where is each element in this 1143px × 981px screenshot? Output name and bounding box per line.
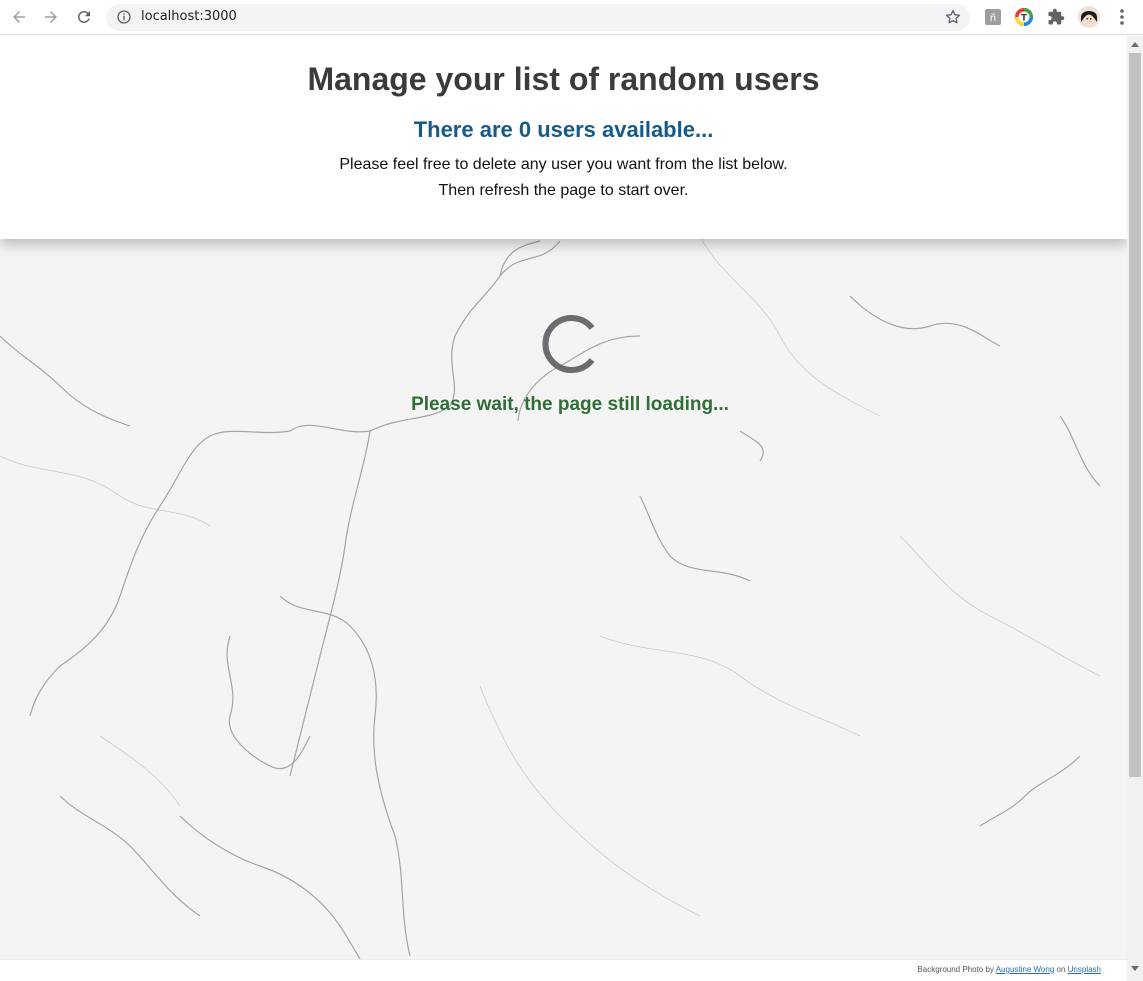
puzzle-icon xyxy=(1048,8,1065,25)
extension-icon: ñ xyxy=(985,9,1001,25)
header-card: Manage your list of random users There a… xyxy=(0,36,1127,239)
svg-text:T: T xyxy=(1021,14,1028,24)
back-arrow-icon xyxy=(13,11,25,23)
forward-arrow-icon xyxy=(45,11,57,23)
scroll-down-arrow-icon xyxy=(1131,966,1139,971)
profile-avatar[interactable] xyxy=(1078,6,1100,28)
credit-prefix: Background Photo by xyxy=(917,965,994,974)
reload-button[interactable] xyxy=(71,5,97,29)
address-bar[interactable]: localhost:3000 xyxy=(106,4,970,31)
avatar-icon xyxy=(1078,6,1100,28)
extensions-button[interactable] xyxy=(1046,7,1066,27)
svg-text:ñ: ñ xyxy=(990,13,996,24)
scroll-thumb[interactable] xyxy=(1129,53,1141,777)
kebab-menu-icon xyxy=(1120,9,1124,25)
instruction-line-1: Please feel free to delete any user you … xyxy=(339,156,788,173)
scroll-up-arrow-icon xyxy=(1131,42,1139,47)
photo-credit: Background Photo by Augustine Wong on Un… xyxy=(917,965,1101,974)
color-extension-icon: T xyxy=(1015,8,1033,26)
info-icon[interactable] xyxy=(116,9,132,25)
extension-button-1[interactable]: ñ xyxy=(983,7,1003,27)
user-count-heading: There are 0 users available... xyxy=(413,117,714,142)
credit-middle: on xyxy=(1056,965,1066,974)
star-icon[interactable] xyxy=(944,8,962,26)
loading-message: Please wait, the page still loading... xyxy=(411,394,729,415)
page-scrollbar[interactable] xyxy=(1127,36,1143,981)
browser-menu-button[interactable] xyxy=(1112,7,1132,27)
instruction-line-2: Then refresh the page to start over. xyxy=(438,182,689,199)
extension-button-2[interactable]: T xyxy=(1014,7,1034,27)
page-viewport: Manage your list of random users There a… xyxy=(0,36,1127,981)
browser-toolbar: localhost:3000 ñ T xyxy=(0,0,1143,35)
page-title: Manage your list of random users xyxy=(307,61,820,97)
url-text[interactable]: localhost:3000 xyxy=(141,9,237,24)
scroll-up-button[interactable] xyxy=(1127,36,1143,52)
page-footer: Background Photo by Augustine Wong on Un… xyxy=(0,959,1127,981)
unsplash-link[interactable]: Unsplash xyxy=(1068,965,1101,974)
forward-button[interactable] xyxy=(38,5,64,29)
loading-spinner-icon xyxy=(542,315,595,373)
back-button[interactable] xyxy=(6,5,32,29)
reload-icon xyxy=(77,10,90,23)
photographer-link[interactable]: Augustine Wong xyxy=(996,965,1055,974)
scroll-down-button[interactable] xyxy=(1127,961,1143,977)
